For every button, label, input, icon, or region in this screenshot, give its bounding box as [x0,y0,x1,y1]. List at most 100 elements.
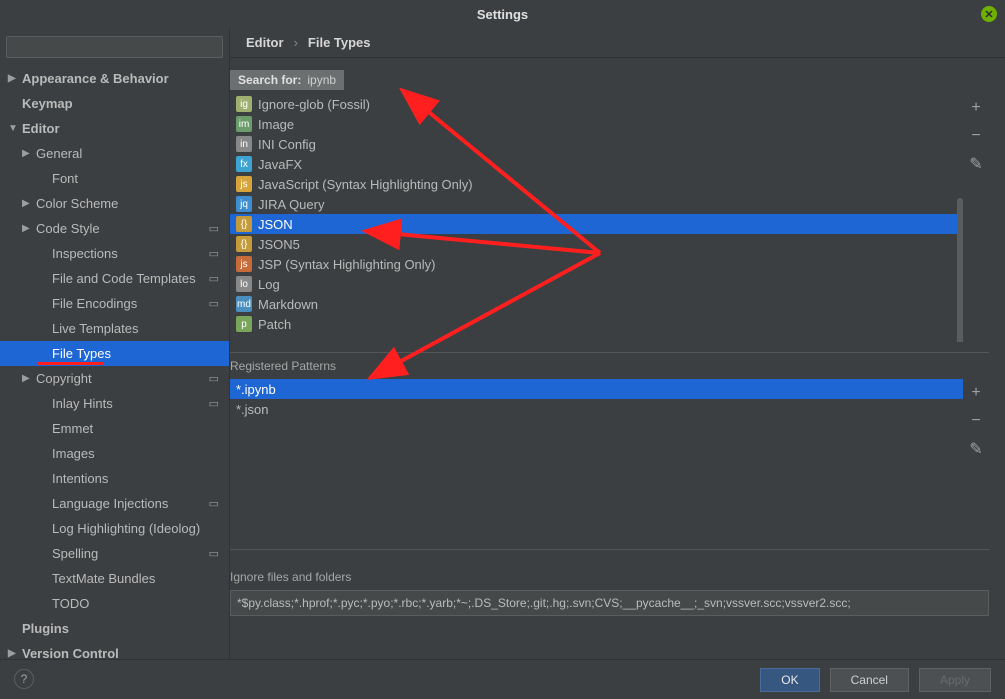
filetype-label: Image [258,117,294,132]
filetype-row[interactable]: fx JavaFX [230,154,963,174]
sidebar-item-version-control[interactable]: ▶Version Control [0,641,229,659]
ok-button[interactable]: OK [760,668,819,692]
sidebar-item-label: Images [52,446,95,461]
sidebar-item-textmate-bundles[interactable]: TextMate Bundles [0,566,229,591]
window-title: Settings [477,7,528,22]
sidebar-item-log-highlighting-ideolog-[interactable]: Log Highlighting (Ideolog) [0,516,229,541]
scope-icon: ▭ [209,397,219,410]
sidebar-item-copyright[interactable]: ▶Copyright▭ [0,366,229,391]
filetype-row[interactable]: {}JSON5 [230,234,963,254]
pattern-label: *.ipynb [236,382,276,397]
edit-pattern-icon[interactable]: ✎ [966,439,986,459]
sidebar-item-plugins[interactable]: Plugins [0,616,229,641]
filetype-list[interactable]: ig Ignore-glob (Fossil) imImageinINI Confi… [230,94,963,342]
filetype-row[interactable]: jqJIRA Query [230,194,963,214]
sidebar-item-label: General [36,146,82,161]
sidebar-item-file-types[interactable]: File Types [0,341,229,366]
annotation-underline [38,362,103,365]
sidebar-item-editor[interactable]: ▼Editor [0,116,229,141]
filetype-row[interactable]: mdMarkdown [230,294,963,314]
patterns-side: + − ✎ [963,379,989,539]
sidebar-item-file-and-code-templates[interactable]: File and Code Templates ▭ [0,266,229,291]
edit-filetype-icon[interactable]: ✎ [966,154,986,174]
arrow-icon: ▶ [22,148,34,159]
scope-icon: ▭ [209,497,219,510]
sidebar-item-live-templates[interactable]: Live Templates [0,316,229,341]
sidebar-item-language-injections[interactable]: Language Injections ▭ [0,491,229,516]
sidebar-item-label: Inspections [52,246,118,261]
filetype-row[interactable]: ig Ignore-glob (Fossil) [230,94,963,114]
sidebar-item-label: Emmet [52,421,93,436]
sidebar-item-intentions[interactable]: Intentions [0,466,229,491]
filetype-row[interactable]: inINI Config [230,134,963,154]
titlebar: Settings ✕ [0,0,1005,28]
sidebar-item-label: File and Code Templates [52,271,196,286]
sidebar-item-label: Copyright [36,371,92,386]
arrow-icon: ▶ [22,198,34,209]
cancel-button[interactable]: Cancel [830,668,909,692]
arrow-icon: ▶ [8,73,20,84]
sidebar-item-label: TODO [52,596,89,611]
filetype-icon: {} [236,236,252,252]
arrow-icon: ▼ [8,123,20,134]
filetype-label: JSP (Syntax Highlighting Only) [258,257,436,272]
sidebar: 🔍 ▶Appearance & BehaviorKeymap▼Editor▶Ge… [0,28,230,659]
sidebar-item-file-encodings[interactable]: File Encodings▭ [0,291,229,316]
help-icon[interactable]: ? [14,669,34,689]
scope-icon: ▭ [209,547,219,560]
sidebar-item-font[interactable]: Font [0,166,229,191]
sidebar-item-keymap[interactable]: Keymap [0,91,229,116]
sidebar-item-label: Language Injections [52,496,168,511]
filetype-row[interactable]: loLog [230,274,963,294]
sidebar-item-inspections[interactable]: Inspections ▭ [0,241,229,266]
sidebar-item-spelling[interactable]: Spelling ▭ [0,541,229,566]
ignore-input[interactable] [230,590,989,616]
filetype-label: Ignore-glob (Fossil) [258,97,370,112]
sidebar-item-inlay-hints[interactable]: Inlay Hints ▭ [0,391,229,416]
filetype-icon: ig [236,96,252,112]
apply-button[interactable]: Apply [919,668,991,692]
filetype-row[interactable]: imImage [230,114,963,134]
sidebar-item-label: TextMate Bundles [52,571,155,586]
add-pattern-icon[interactable]: + [966,383,986,403]
pattern-row[interactable]: *.ipynb [230,379,963,399]
search-for-label: Search for: [238,73,301,87]
sidebar-item-label: Live Templates [52,321,138,336]
filetype-label: JavaFX [258,157,302,172]
filetype-label: JavaScript (Syntax Highlighting Only) [258,177,473,192]
sidebar-item-label: Inlay Hints [52,396,113,411]
sidebar-item-label: Spelling [52,546,98,561]
filetype-label: Markdown [258,297,318,312]
pattern-row[interactable]: *.json [230,399,963,419]
arrow-icon: ▶ [22,223,34,234]
body: 🔍 ▶Appearance & BehaviorKeymap▼Editor▶Ge… [0,28,1005,659]
sidebar-item-appearance-behavior[interactable]: ▶Appearance & Behavior [0,66,229,91]
sidebar-item-todo[interactable]: TODO [0,591,229,616]
registered-patterns-list[interactable]: *.ipynb *.json [230,379,963,539]
remove-filetype-icon[interactable]: − [966,126,986,146]
registered-patterns-area: *.ipynb *.json + − ✎ [230,379,989,539]
sidebar-item-label: Color Scheme [36,196,118,211]
filetype-row[interactable]: jsJavaScript (Syntax Highlighting Only) [230,174,963,194]
close-icon[interactable]: ✕ [981,6,997,22]
filetype-row[interactable]: jsJSP (Syntax Highlighting Only) [230,254,963,274]
content: Search for: ipynb ig Ignore-glob (Fossil)… [230,58,1005,659]
sidebar-item-code-style[interactable]: ▶Code Style▭ [0,216,229,241]
filetype-row[interactable]: pPatch [230,314,963,334]
add-filetype-icon[interactable]: + [966,98,986,118]
remove-pattern-icon[interactable]: − [966,411,986,431]
sidebar-search-input[interactable] [6,36,223,58]
scrollbar[interactable] [957,198,963,342]
sidebar-item-images[interactable]: Images [0,441,229,466]
breadcrumb-a: Editor [246,35,284,50]
filetype-label: JSON [258,217,293,232]
sidebar-item-emmet[interactable]: Emmet [0,416,229,441]
filetype-row[interactable]: {}JSON [230,214,963,234]
sidebar-item-color-scheme[interactable]: ▶Color Scheme [0,191,229,216]
filetype-icon: fx [236,156,252,172]
scope-icon: ▭ [209,272,219,285]
scope-icon: ▭ [209,247,219,260]
settings-tree[interactable]: ▶Appearance & BehaviorKeymap▼Editor▶Gene… [0,64,229,659]
sidebar-item-general[interactable]: ▶General [0,141,229,166]
search-for-badge: Search for: ipynb [230,70,344,90]
